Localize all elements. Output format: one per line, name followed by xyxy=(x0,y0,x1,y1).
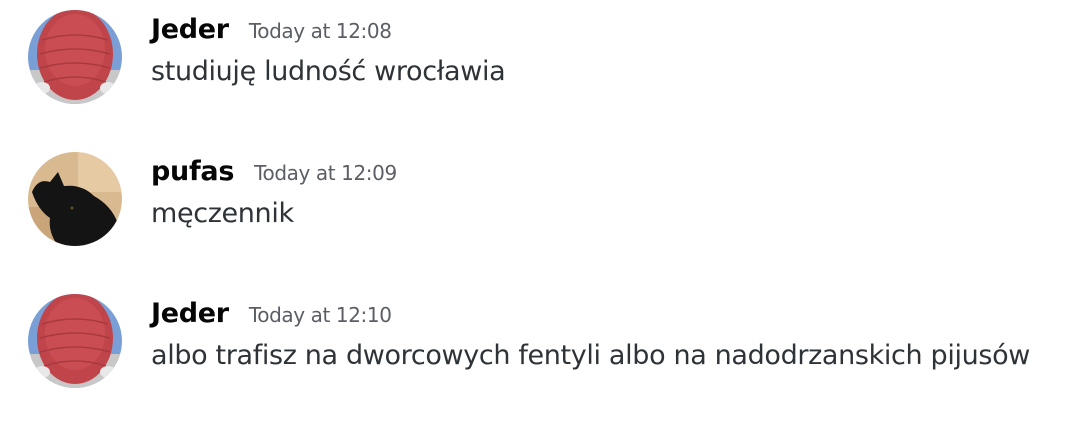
message-header: Jeder Today at 12:08 xyxy=(151,14,392,50)
message-header: Jeder Today at 12:10 xyxy=(151,298,392,334)
message-item: Jeder Today at 12:08 studiuję ludność wr… xyxy=(0,0,1080,110)
message-list: Jeder Today at 12:08 studiuję ludność wr… xyxy=(0,0,1080,430)
username[interactable]: Jeder xyxy=(151,298,229,329)
timestamp[interactable]: Today at 12:09 xyxy=(254,161,397,185)
username[interactable]: pufas xyxy=(151,156,234,187)
timestamp[interactable]: Today at 12:10 xyxy=(249,303,392,327)
red-helmet-icon xyxy=(28,294,122,388)
message-content: albo trafisz na dworcowych fentyli albo … xyxy=(151,340,1031,371)
message-item: pufas Today at 12:09 męczennik xyxy=(0,142,1080,252)
avatar[interactable] xyxy=(28,10,122,104)
avatar[interactable] xyxy=(28,294,122,388)
black-cat-icon xyxy=(28,152,122,246)
red-helmet-icon xyxy=(28,10,122,104)
message-item: Jeder Today at 12:10 albo trafisz na dwo… xyxy=(0,284,1080,394)
message-content: męczennik xyxy=(151,198,294,229)
message-header: pufas Today at 12:09 xyxy=(151,156,397,192)
avatar[interactable] xyxy=(28,152,122,246)
timestamp[interactable]: Today at 12:08 xyxy=(249,19,392,43)
message-content: studiuję ludność wrocławia xyxy=(151,56,506,87)
username[interactable]: Jeder xyxy=(151,14,229,45)
